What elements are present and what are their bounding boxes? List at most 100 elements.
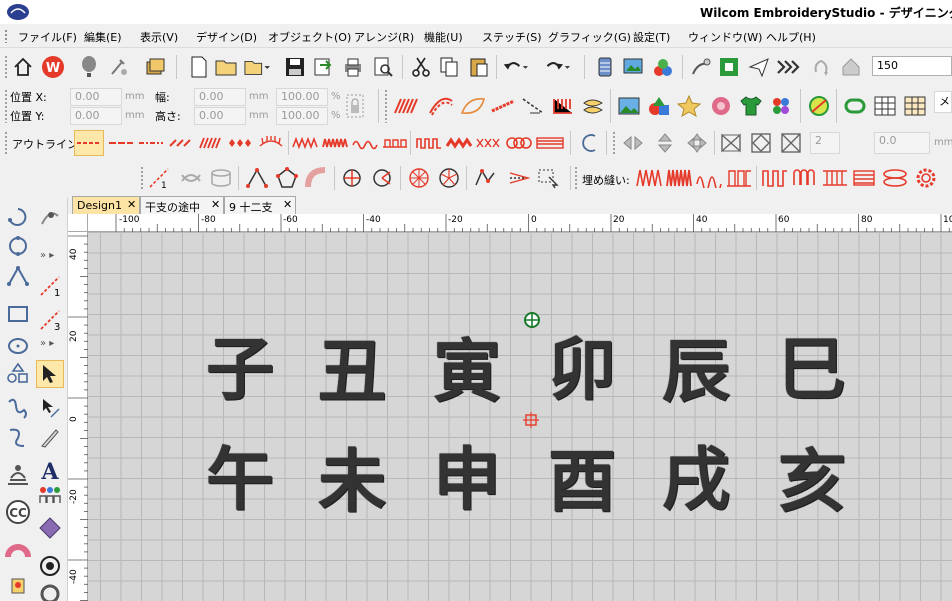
scale-width-field[interactable]: 100.00: [276, 88, 328, 106]
embroidery-glyph[interactable]: 戌: [662, 424, 730, 523]
embroidery-glyph[interactable]: 申: [433, 424, 501, 523]
closest-join-button[interactable]: [506, 165, 532, 191]
reshape-arc-button[interactable]: [304, 165, 330, 191]
embroidery-glyph[interactable]: 子: [206, 314, 274, 413]
recycle-button[interactable]: [808, 54, 834, 80]
scale-height-field[interactable]: 100.00: [276, 107, 328, 125]
star-motif-button[interactable]: [676, 93, 702, 119]
motif-tool[interactable]: [36, 514, 64, 542]
embroidery-glyph[interactable]: 酉: [548, 426, 616, 525]
save-button[interactable]: [282, 54, 308, 80]
open-recent-button[interactable]: [244, 54, 270, 80]
color-wheel-button[interactable]: [768, 93, 794, 119]
mirror-both-button[interactable]: [684, 130, 710, 156]
embroidery-glyph[interactable]: 丑: [318, 316, 386, 415]
leaf-stitch-button[interactable]: [460, 93, 486, 119]
hoop-button[interactable]: [838, 54, 864, 80]
select-object-tool[interactable]: [36, 360, 64, 388]
tab-eto-in-progress[interactable]: 干支の途中 ✕: [140, 196, 224, 214]
lettering-tool[interactable]: A: [36, 456, 64, 484]
menu-view[interactable]: 表示(V): [140, 29, 178, 45]
fill-coil-button[interactable]: [790, 165, 820, 191]
outline-feather-button[interactable]: [256, 130, 286, 156]
width-field[interactable]: 0.00: [194, 88, 246, 106]
fill-satin-button[interactable]: [634, 165, 664, 191]
travel-forward-button[interactable]: [776, 54, 802, 80]
redo-button[interactable]: [544, 54, 570, 80]
auto-digitize-button[interactable]: [106, 54, 132, 80]
close-icon[interactable]: ✕: [127, 198, 136, 211]
copy-button[interactable]: [436, 54, 462, 80]
table-grid-button[interactable]: [902, 93, 928, 119]
close-icon[interactable]: ✕: [211, 198, 220, 211]
stitch-fill-button[interactable]: [490, 93, 516, 119]
menu-arrange[interactable]: アレンジ(R): [354, 29, 414, 45]
outline-blanket-button[interactable]: [380, 130, 410, 156]
outline-wave-button[interactable]: [350, 130, 380, 156]
hoop-center-tool[interactable]: [36, 552, 64, 580]
design-canvas[interactable]: 子 丑 寅 卯 辰 巳 午 未 申 酉 戌 亥: [88, 232, 952, 601]
stop-point-marker-icon[interactable]: [523, 412, 539, 428]
split-object-button[interactable]: [472, 165, 498, 191]
run-stitch-button[interactable]: [520, 93, 546, 119]
applique-button[interactable]: [708, 93, 734, 119]
outline-coil-button[interactable]: [504, 130, 534, 156]
fill-blanket-button[interactable]: [724, 165, 754, 191]
arc-button[interactable]: [576, 130, 602, 156]
picture-embroidery-button[interactable]: [616, 93, 642, 119]
embroidery-glyph[interactable]: 寅: [433, 316, 501, 415]
tshirt-button[interactable]: [738, 93, 764, 119]
team-names-tool[interactable]: [36, 482, 64, 510]
pos-y-field[interactable]: 0.00: [70, 107, 122, 125]
tab-twelve-zodiac[interactable]: 9 十二支 ✕: [224, 196, 296, 214]
menu-design[interactable]: デザイン(D): [196, 29, 257, 45]
reflect-button[interactable]: [748, 130, 774, 156]
object-properties-button[interactable]: [716, 54, 742, 80]
stitch-player-button[interactable]: [592, 54, 618, 80]
start-point-button[interactable]: [340, 165, 366, 191]
embroidery-glyph[interactable]: 卯: [548, 314, 616, 413]
input-c-tool[interactable]: [4, 262, 32, 290]
menu-window[interactable]: ウィンドウ(W): [688, 29, 762, 45]
kaleidoscope-button[interactable]: [718, 130, 744, 156]
mirror-vertical-button[interactable]: [652, 130, 678, 156]
monogram-tool[interactable]: [4, 462, 32, 490]
fill-dense-button[interactable]: [664, 165, 694, 191]
input-b-tool[interactable]: [4, 232, 32, 260]
print-button[interactable]: [340, 54, 366, 80]
measure-3-tool[interactable]: 3: [36, 306, 64, 334]
pos-x-field[interactable]: 0.00: [70, 88, 122, 106]
select-sequence-button[interactable]: [536, 165, 562, 191]
menu-help[interactable]: ヘルプ(H): [766, 29, 816, 45]
comb-stitch-button[interactable]: [550, 93, 576, 119]
color-palette-button[interactable]: [650, 54, 676, 80]
menu-file[interactable]: ファイル(F): [18, 29, 77, 45]
menu-stitch[interactable]: ステッチ(S): [482, 29, 542, 45]
tab-design1[interactable]: Design1 ✕: [72, 196, 140, 214]
fill-gear-button[interactable]: [912, 165, 940, 191]
outline-satin-button[interactable]: [196, 130, 226, 156]
outline-stem-button[interactable]: [166, 130, 196, 156]
outline-run-button[interactable]: [74, 130, 104, 156]
embroidery-glyph[interactable]: 巳: [778, 314, 846, 413]
input-a-tool[interactable]: [4, 204, 32, 232]
stitch-list-button[interactable]: [688, 54, 714, 80]
fill-oval-button[interactable]: [880, 165, 910, 191]
paste-button[interactable]: [466, 54, 492, 80]
fill-wave-button[interactable]: [694, 165, 724, 191]
wreath-button[interactable]: [778, 130, 804, 156]
spiral-fill-button[interactable]: [436, 165, 462, 191]
undo-button[interactable]: [502, 54, 528, 80]
reshape-tool[interactable]: [36, 204, 64, 232]
embroidery-glyph[interactable]: 未: [318, 426, 386, 525]
fish-stitch-button[interactable]: [580, 93, 606, 119]
embroidery-glyph[interactable]: 午: [206, 424, 274, 523]
embroidery-glyph[interactable]: 亥: [778, 426, 846, 525]
rectangle-tool[interactable]: [4, 300, 32, 328]
wilcom-button[interactable]: W: [40, 54, 66, 80]
outline-triple-button[interactable]: [106, 130, 136, 156]
menu-edit[interactable]: 編集(E): [84, 29, 122, 45]
menu-object[interactable]: オブジェクト(O): [268, 29, 351, 45]
measure-1-tool[interactable]: 1: [36, 272, 64, 300]
satin-stitch-button[interactable]: [392, 93, 418, 119]
